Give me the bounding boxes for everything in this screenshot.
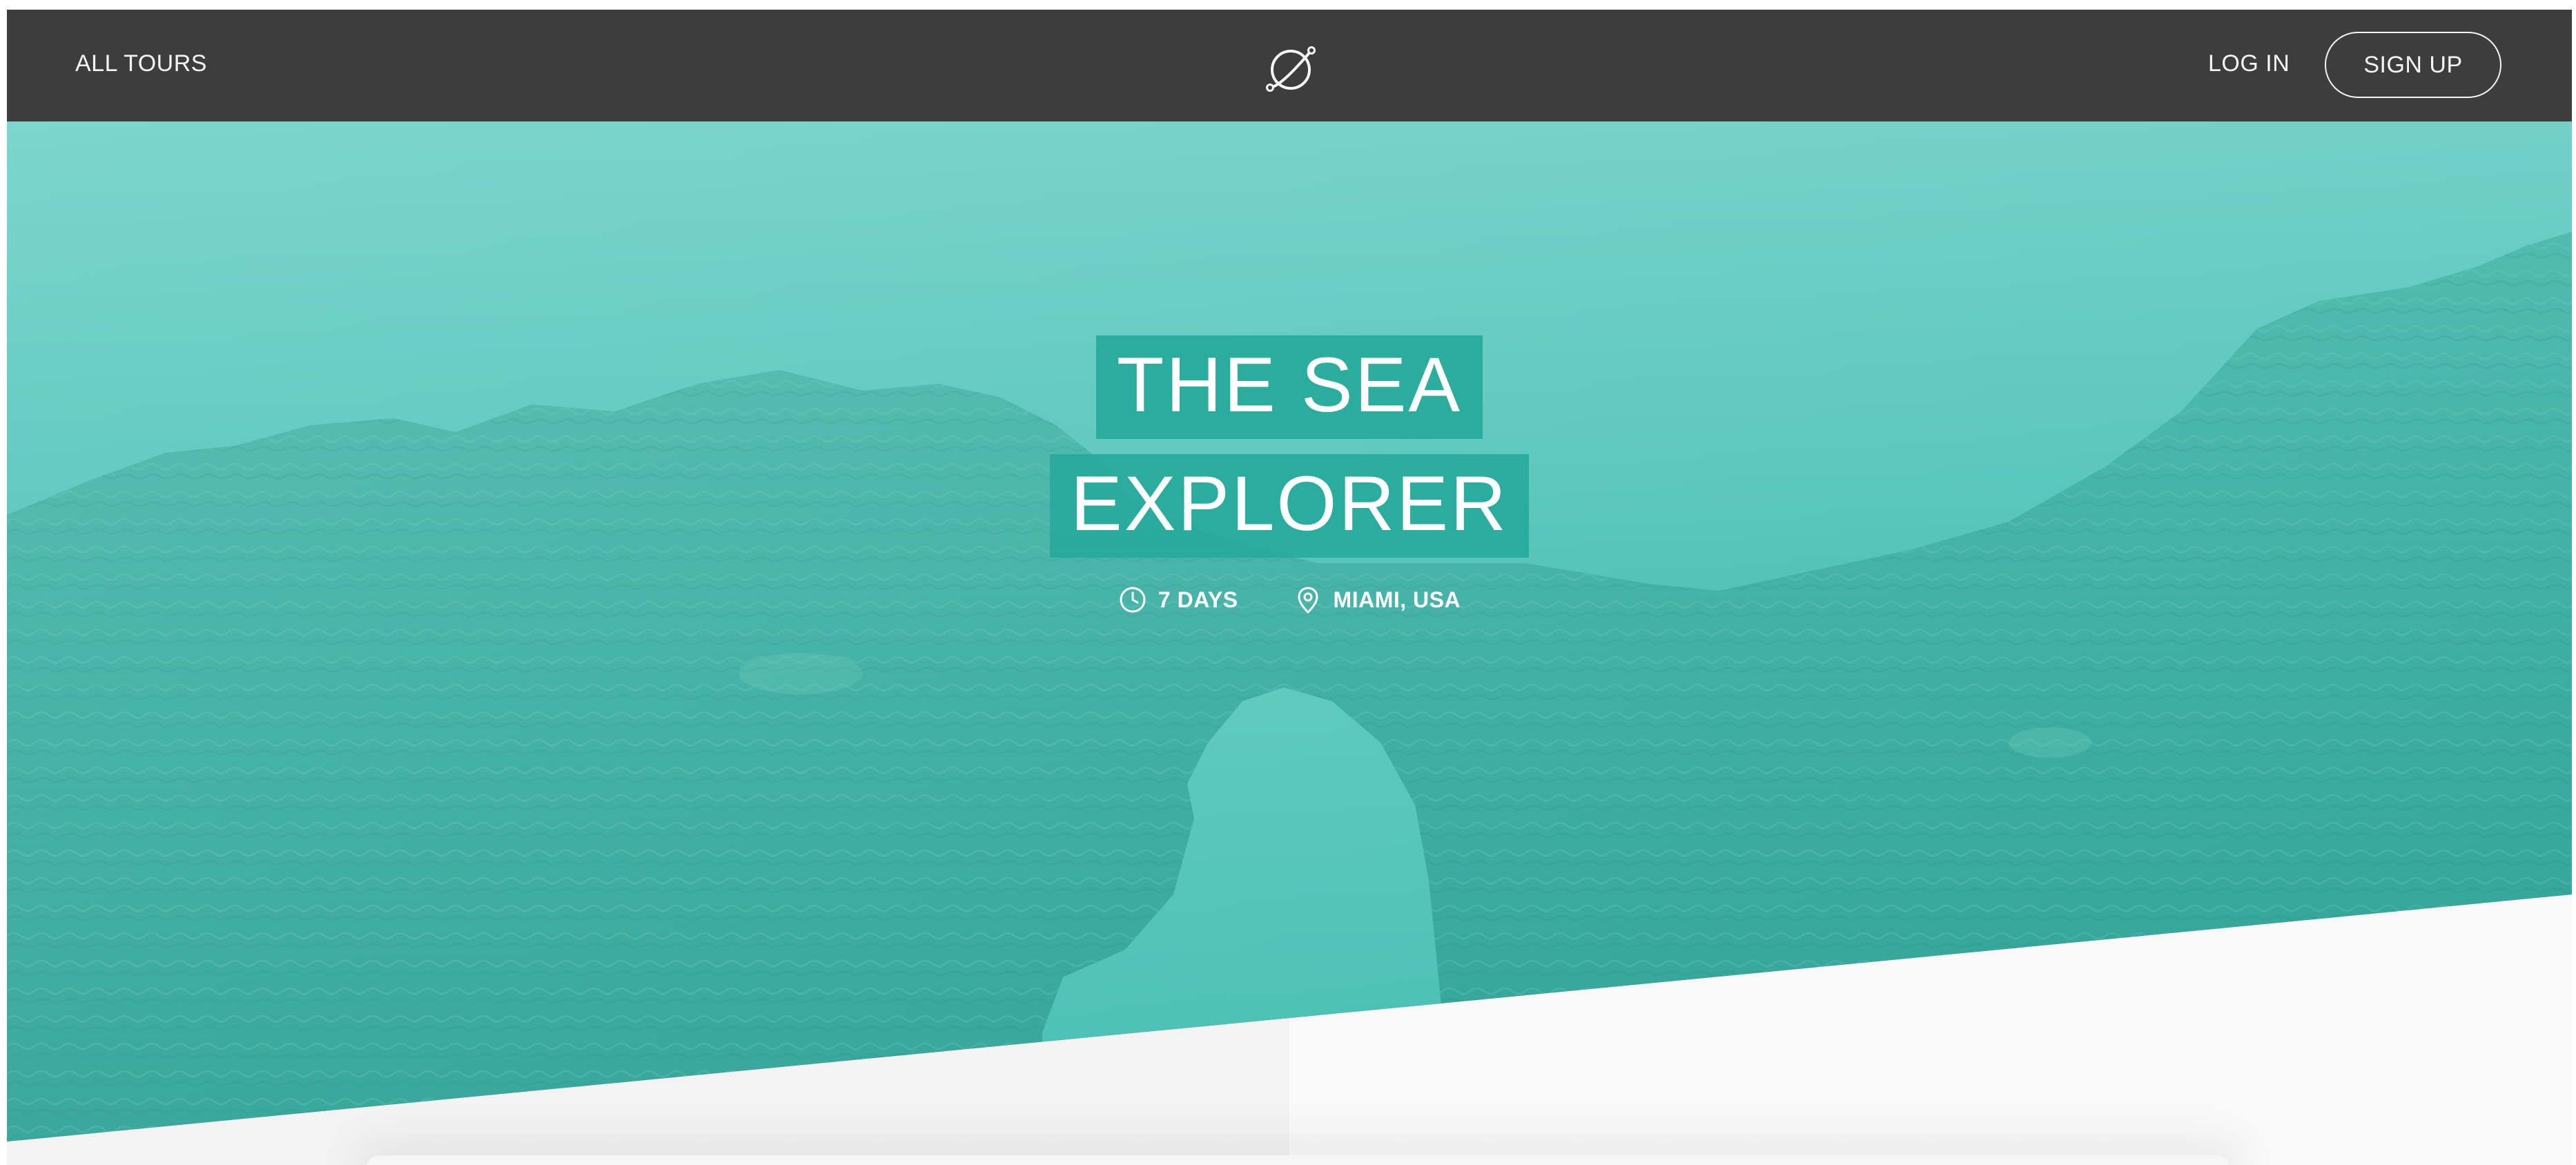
- tour-title: THE SEA EXPLORER: [7, 335, 2572, 558]
- tour-meta: 7 DAYS MIAMI, USA: [7, 585, 2572, 614]
- all-tours-link[interactable]: ALL TOURS: [75, 52, 207, 75]
- clock-icon: [1120, 587, 1146, 613]
- globe-logo-icon[interactable]: [1263, 42, 1318, 97]
- login-link[interactable]: LOG IN: [2208, 52, 2290, 75]
- tour-title-line-1: THE SEA: [1095, 335, 1483, 439]
- globe-logo-svg: [1266, 46, 1316, 92]
- signup-button[interactable]: SIGN UP: [2325, 32, 2501, 98]
- tour-card-edge: [366, 1155, 2229, 1165]
- top-header: ALL TOURS LOG IN SIGN UP: [7, 10, 2572, 121]
- page-frame: ALL TOURS LOG IN SIGN UP THE SEA EXPLORE…: [7, 10, 2572, 1165]
- duration-info: 7 DAYS: [1118, 585, 1238, 614]
- location-info: MIAMI, USA: [1294, 585, 1461, 614]
- tour-title-line-2: EXPLORER: [1050, 454, 1529, 558]
- duration-text: 7 DAYS: [1158, 587, 1238, 612]
- location-text: MIAMI, USA: [1333, 587, 1461, 612]
- map-pin-icon: [1298, 587, 1318, 614]
